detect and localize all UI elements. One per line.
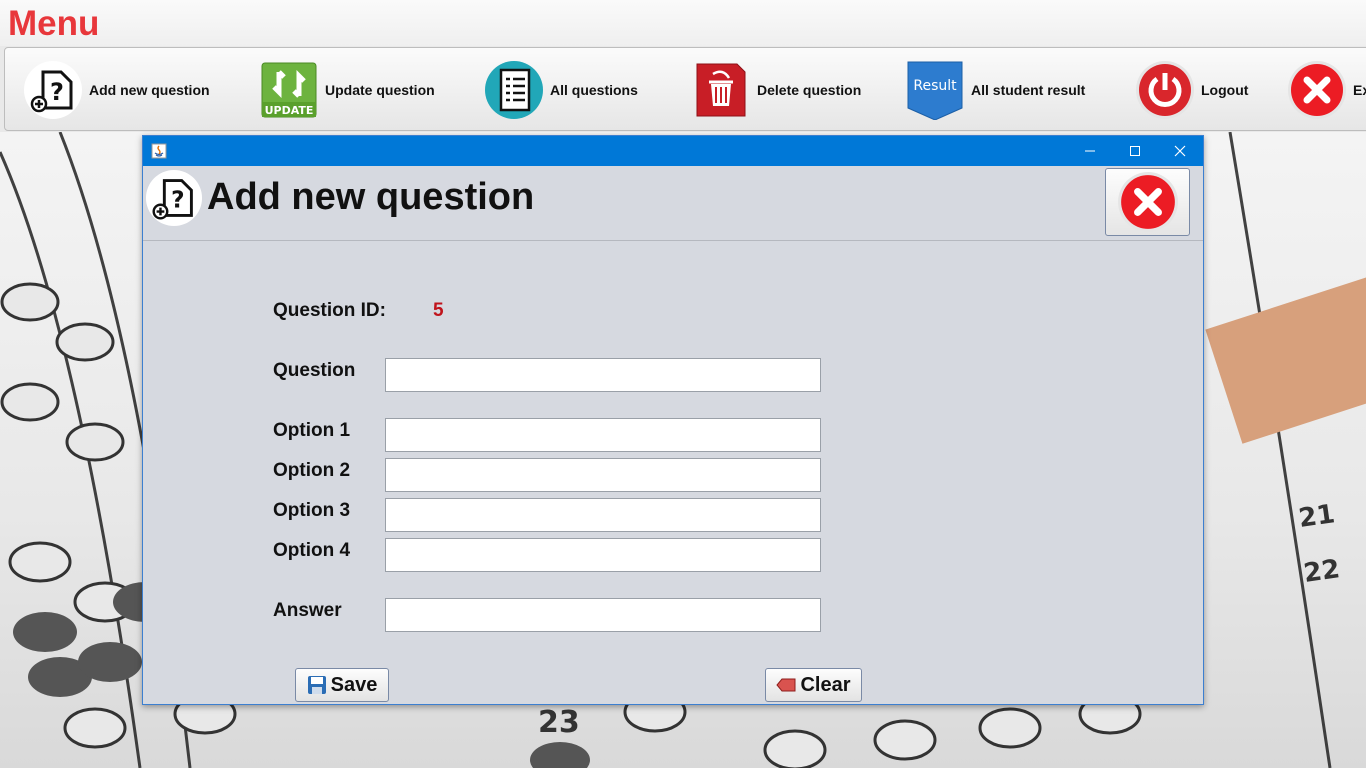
toolbar-label: Logout	[1201, 82, 1249, 98]
toolbar-label: Add new question	[89, 82, 210, 98]
add-question-icon: ?	[23, 60, 83, 120]
option3-label: Option 3	[273, 500, 351, 521]
result-ribbon-icon: Result	[905, 60, 965, 120]
eraser-icon	[776, 678, 796, 692]
toolbar-add-question-button[interactable]: ? Add new question	[23, 48, 210, 132]
svg-text:21: 21	[1297, 499, 1337, 534]
option2-label: Option 2	[273, 460, 351, 481]
add-question-dialog: ? Add new question Question ID: 5 Questi…	[142, 135, 1204, 705]
update-icon: UPDATE	[259, 60, 319, 120]
menu-strip: Menu	[0, 0, 1366, 46]
floppy-disk-icon	[307, 676, 326, 694]
toolbar-label: All student result	[971, 82, 1086, 98]
svg-text:Result: Result	[913, 78, 957, 94]
toolbar-all-student-result-button[interactable]: Result All student result	[905, 48, 1085, 132]
toolbar-label: Delete question	[757, 82, 862, 98]
option3-input[interactable]	[385, 498, 821, 532]
add-question-icon: ?	[145, 169, 203, 227]
toolbar-all-questions-button[interactable]: All questions	[484, 48, 638, 132]
question-id-value: 5	[433, 300, 444, 321]
answer-input[interactable]	[385, 598, 821, 632]
dialog-close-button[interactable]	[1105, 168, 1190, 236]
toolbar-logout-button[interactable]: Logout	[1135, 48, 1248, 132]
question-label: Question	[273, 360, 356, 381]
question-id-label: Question ID:	[273, 300, 386, 321]
maximize-button[interactable]	[1112, 136, 1158, 166]
sheet-number-23: 23	[538, 705, 580, 740]
toolbar-label: Update question	[325, 82, 435, 98]
window-close-button[interactable]	[1157, 136, 1203, 166]
dialog-titlebar[interactable]	[143, 136, 1203, 166]
toolbar-label: All questions	[550, 82, 638, 98]
minimize-button[interactable]	[1067, 136, 1113, 166]
java-icon	[151, 143, 167, 159]
toolbar-exit-button[interactable]: Exit	[1287, 48, 1366, 132]
dialog-title: Add new question	[207, 176, 535, 218]
close-circle-icon	[1117, 172, 1178, 232]
option1-label: Option 1	[273, 420, 351, 441]
power-icon	[1135, 60, 1195, 120]
trash-icon	[691, 60, 751, 120]
save-button-label: Save	[330, 673, 378, 696]
svg-text:?: ?	[171, 187, 184, 214]
option4-label: Option 4	[273, 540, 351, 561]
svg-text:?: ?	[50, 78, 64, 106]
option2-input[interactable]	[385, 458, 821, 492]
answer-label: Answer	[273, 600, 342, 621]
toolbar-delete-question-button[interactable]: Delete question	[691, 48, 861, 132]
save-button[interactable]: Save	[295, 668, 389, 702]
svg-text:22: 22	[1302, 554, 1342, 589]
svg-text:UPDATE: UPDATE	[265, 104, 314, 117]
option4-input[interactable]	[385, 538, 821, 572]
document-list-icon	[484, 60, 544, 120]
main-toolbar: ? Add new question UPDATE Update questio…	[4, 47, 1366, 131]
toolbar-update-question-button[interactable]: UPDATE Update question	[259, 48, 435, 132]
close-circle-icon	[1287, 60, 1347, 120]
clear-button[interactable]: Clear	[765, 668, 862, 702]
clear-button-label: Clear	[800, 673, 851, 696]
question-input[interactable]	[385, 358, 821, 392]
dialog-header: ? Add new question	[143, 166, 1203, 241]
toolbar-label: Exit	[1353, 82, 1366, 98]
menu-title: Menu	[8, 4, 100, 43]
option1-input[interactable]	[385, 418, 821, 452]
